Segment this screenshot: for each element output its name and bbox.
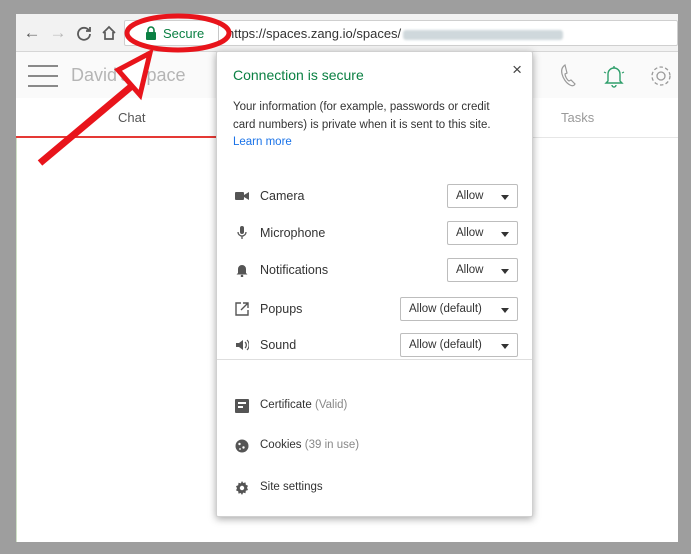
tab-tasks[interactable]: Tasks: [561, 110, 594, 125]
certificate-row[interactable]: Certificate (Valid): [233, 397, 518, 417]
site-settings-row[interactable]: Site settings: [233, 479, 518, 499]
gear-icon[interactable]: [648, 62, 674, 90]
cookies-row[interactable]: Cookies (39 in use): [233, 437, 518, 457]
omnibox-separator: [218, 25, 219, 41]
microphone-icon: [237, 226, 247, 239]
permission-label: Camera: [260, 189, 305, 203]
browser-window: ← → Secure https://spaces.zang.io/spaces…: [16, 14, 678, 542]
certificate-icon: [235, 399, 249, 413]
notifications-icon: [236, 265, 248, 277]
phone-icon[interactable]: [556, 62, 582, 90]
certificate-status: (Valid): [314, 399, 348, 411]
settings-gear-icon: [236, 481, 248, 495]
camera-icon: [235, 192, 249, 200]
back-arrow-icon[interactable]: ←: [22, 23, 42, 43]
secure-label[interactable]: Secure: [163, 26, 204, 41]
notifications-permission-select[interactable]: Allow: [447, 258, 518, 282]
permission-row-microphone: Microphone Allow: [233, 221, 518, 247]
close-icon[interactable]: ×: [512, 60, 522, 80]
popup-title: Connection is secure: [233, 67, 364, 83]
cookie-icon: [235, 439, 249, 453]
site-settings-label[interactable]: Site settings: [260, 481, 323, 493]
site-info-popup: × Connection is secure Your information …: [216, 51, 533, 517]
popups-icon: [235, 302, 249, 316]
permission-label: Notifications: [260, 263, 329, 277]
bell-icon[interactable]: [601, 62, 627, 90]
browser-toolbar: ← → Secure https://spaces.zang.io/spaces…: [16, 14, 678, 52]
camera-permission-select[interactable]: Allow: [447, 184, 518, 208]
permission-row-popups: Popups Allow (default): [233, 297, 518, 323]
forward-arrow-icon[interactable]: →: [48, 23, 68, 43]
certificate-text: Certificate: [260, 399, 312, 411]
permission-row-notifications: Notifications Allow: [233, 258, 518, 284]
permission-label: Popups: [260, 302, 303, 316]
certificate-label[interactable]: Certificate (Valid): [260, 399, 347, 411]
home-icon[interactable]: [99, 23, 119, 43]
popup-description: Your information (for example, passwords…: [233, 101, 491, 131]
popups-permission-select[interactable]: Allow (default): [400, 297, 518, 321]
sound-icon: [236, 339, 249, 351]
url-text[interactable]: https://spaces.zang.io/spaces/: [227, 26, 564, 41]
permission-label: Microphone: [260, 226, 326, 240]
permission-row-camera: Camera Allow: [233, 184, 518, 210]
cookies-text: Cookies: [260, 439, 302, 451]
permission-label: Sound: [260, 338, 297, 352]
cookies-label[interactable]: Cookies (39 in use): [260, 439, 359, 451]
tab-chat[interactable]: Chat: [118, 110, 145, 125]
lock-icon[interactable]: [145, 26, 157, 40]
sound-permission-select[interactable]: Allow (default): [400, 333, 518, 357]
url-redacted: [403, 29, 564, 40]
microphone-permission-select[interactable]: Allow: [447, 221, 518, 245]
learn-more-link[interactable]: Learn more: [233, 136, 292, 148]
space-title: David's Space: [71, 65, 186, 85]
url-visible: https://spaces.zang.io/spaces/: [227, 26, 402, 41]
hamburger-menu-icon[interactable]: [28, 65, 58, 87]
address-bar[interactable]: Secure https://spaces.zang.io/spaces/: [124, 20, 678, 46]
cookies-count: (39 in use): [304, 439, 360, 451]
reload-icon[interactable]: [74, 23, 94, 43]
popup-divider: [217, 359, 532, 360]
permission-row-sound: Sound Allow (default): [233, 333, 518, 359]
